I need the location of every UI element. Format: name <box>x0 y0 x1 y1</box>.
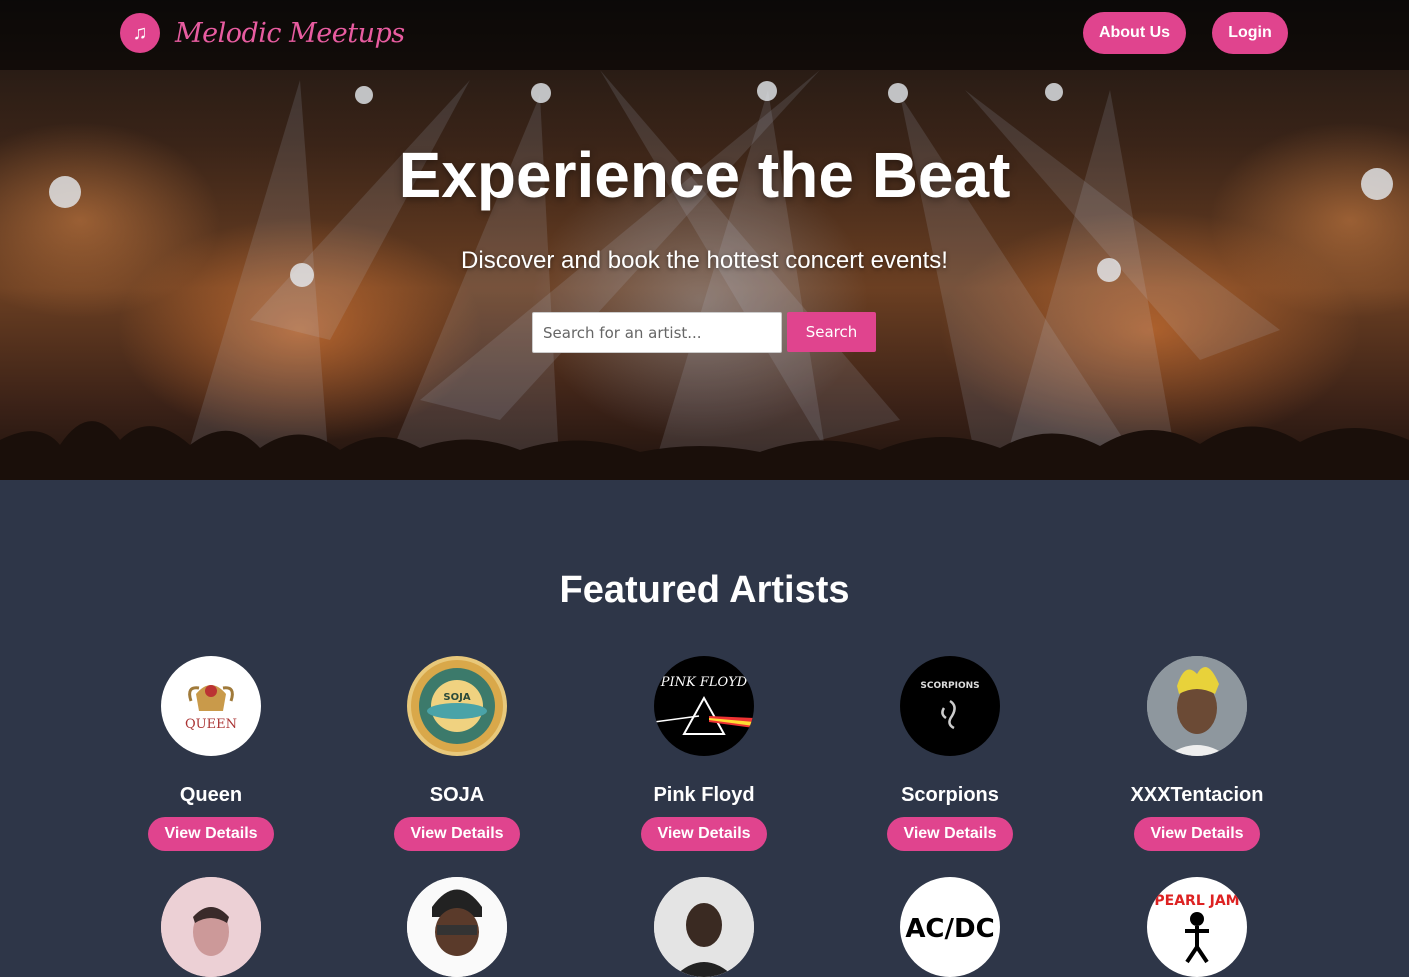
artist-card-pink-floyd: PINK FLOYD Pink Floyd View Details <box>604 656 804 851</box>
artist-avatar[interactable] <box>407 877 507 977</box>
hero-title: Experience the Beat <box>398 139 1011 211</box>
svg-text:SCORPIONS: SCORPIONS <box>920 681 979 691</box>
hero-section: ♫ Melodic Meetups About Us Login Experie… <box>0 0 1409 480</box>
view-details-button[interactable]: View Details <box>394 817 520 851</box>
pink-floyd-avatar[interactable]: PINK FLOYD <box>654 656 754 756</box>
search-button[interactable]: Search <box>787 312 876 352</box>
artist-card-scorpions: SCORPIONS Scorpions View Details <box>850 656 1050 851</box>
artist-card-row2-1 <box>111 877 311 977</box>
portrait-photo-icon <box>654 877 754 977</box>
artist-card-row2-3 <box>604 877 804 977</box>
about-us-button[interactable]: About Us <box>1083 12 1186 54</box>
portrait-photo-icon <box>1147 656 1247 756</box>
svg-text:PINK FLOYD: PINK FLOYD <box>660 675 748 690</box>
artist-avatar[interactable] <box>654 877 754 977</box>
queen-crest-icon: QUEEN <box>185 685 237 732</box>
acdc-logo-icon: AC/DC <box>905 914 994 944</box>
scorpion-icon: SCORPIONS <box>920 681 980 730</box>
svg-text:AC/DC: AC/DC <box>905 914 994 944</box>
artist-name: Scorpions <box>901 784 999 806</box>
view-details-button[interactable]: View Details <box>887 817 1013 851</box>
artist-card-row2-2 <box>357 877 557 977</box>
soja-avatar[interactable]: SOJA <box>407 656 507 756</box>
artist-name: XXXTentacion <box>1130 784 1264 806</box>
login-button[interactable]: Login <box>1212 12 1288 54</box>
artist-card-queen: QUEEN Queen View Details <box>111 656 311 851</box>
artist-card-soja: SOJA SOJA View Details <box>357 656 557 851</box>
xxxtentacion-avatar[interactable] <box>1147 656 1247 756</box>
portrait-photo-icon <box>407 877 507 977</box>
artist-name: Pink Floyd <box>653 784 755 806</box>
top-navbar: ♫ Melodic Meetups About Us Login <box>0 0 1409 70</box>
view-details-button[interactable]: View Details <box>641 817 767 851</box>
hero-subtitle: Discover and book the hottest concert ev… <box>461 247 948 274</box>
acdc-avatar[interactable]: AC/DC <box>900 877 1000 977</box>
pearl-jam-logo-icon: PEARL JAM <box>1154 893 1240 964</box>
queen-avatar[interactable]: QUEEN <box>161 656 261 756</box>
artist-card-xxxtentacion: XXXTentacion View Details <box>1097 656 1297 851</box>
soja-emblem-icon: SOJA <box>411 660 503 752</box>
featured-artists-title: Featured Artists <box>559 569 850 611</box>
artist-name: Queen <box>179 784 243 806</box>
stage-lights-background <box>0 70 1409 480</box>
prism-icon: PINK FLOYD <box>654 675 754 735</box>
music-note-icon: ♫ <box>120 13 160 53</box>
artist-card-row2-5: PEARL JAM <box>1097 877 1297 977</box>
brand-logo[interactable]: ♫ Melodic Meetups <box>120 13 405 53</box>
scorpions-avatar[interactable]: SCORPIONS <box>900 656 1000 756</box>
view-details-button[interactable]: View Details <box>1134 817 1260 851</box>
svg-text:QUEEN: QUEEN <box>185 717 237 732</box>
artist-search-input[interactable] <box>532 312 782 353</box>
artist-name: SOJA <box>429 784 485 806</box>
artist-avatar[interactable] <box>161 877 261 977</box>
portrait-photo-icon <box>161 877 261 977</box>
artist-card-row2-4: AC/DC <box>850 877 1050 977</box>
svg-text:SOJA: SOJA <box>443 692 470 703</box>
view-details-button[interactable]: View Details <box>148 817 274 851</box>
pearl-jam-avatar[interactable]: PEARL JAM <box>1147 877 1247 977</box>
svg-text:PEARL JAM: PEARL JAM <box>1154 893 1239 909</box>
brand-name: Melodic Meetups <box>175 17 405 49</box>
